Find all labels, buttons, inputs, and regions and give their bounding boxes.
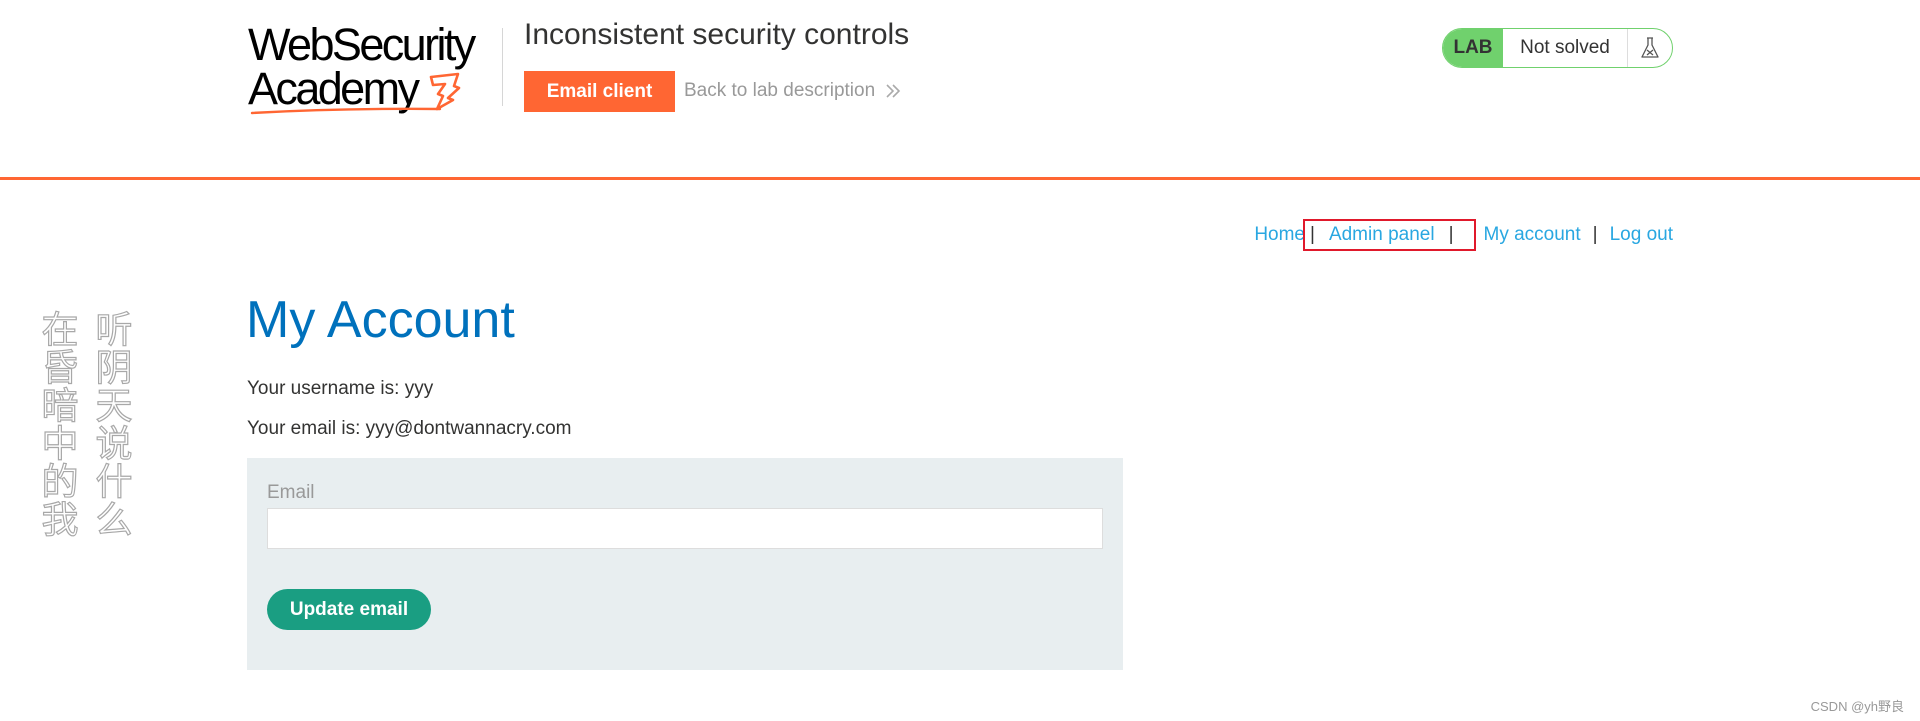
email-client-button[interactable]: Email client <box>524 71 675 112</box>
lab-header: WebSecurity Academy Inconsistent securit… <box>0 0 1920 180</box>
double-chevron-right-icon <box>885 83 901 99</box>
page-title: My Account <box>246 291 515 349</box>
email-input[interactable] <box>267 508 1103 549</box>
lab-status-text: Not solved <box>1520 37 1610 58</box>
nav-separator: | <box>1592 224 1598 245</box>
watermark-column-right: 听阴天说什么 <box>88 309 132 538</box>
nav-my-account-link[interactable]: My account <box>1484 224 1581 246</box>
nav-separator: | <box>1310 224 1315 245</box>
back-link-label: Back to lab description <box>684 80 876 101</box>
watermark-column-left: 在昏暗中的我 <box>34 309 78 538</box>
web-security-academy-logo[interactable]: WebSecurity Academy <box>248 19 503 120</box>
update-email-button[interactable]: Update email <box>267 589 431 630</box>
logo-text-line2: Academy <box>248 63 420 114</box>
flask-icon <box>1627 29 1672 67</box>
change-email-form: Email Update email <box>247 458 1123 670</box>
logo-text-line1: WebSecurity <box>248 19 476 70</box>
nav-log-out-link[interactable]: Log out <box>1610 224 1673 246</box>
email-text: Your email is: yyy@dontwannacry.com <box>247 418 572 439</box>
email-label: Email <box>267 482 315 503</box>
nav-home-link[interactable]: Home <box>1254 224 1305 246</box>
back-to-lab-description-link[interactable]: Back to lab description <box>684 80 901 102</box>
username-text: Your username is: yyy <box>247 378 434 399</box>
csdn-watermark: CSDN @yh野良 <box>1810 699 1904 714</box>
nav-admin-panel-link[interactable]: Admin panel <box>1329 224 1435 246</box>
lab-status-widget: LAB Not solved <box>1442 28 1673 68</box>
header-divider <box>502 28 503 106</box>
lab-title: Inconsistent security controls <box>524 18 910 51</box>
lab-badge: LAB <box>1443 29 1503 67</box>
logo-underline-icon <box>250 107 442 115</box>
account-nav: Home | Admin panel | My account | Log ou… <box>1254 219 1673 251</box>
admin-panel-highlight-box: | Admin panel | <box>1303 219 1476 251</box>
nav-separator: | <box>1448 224 1454 245</box>
